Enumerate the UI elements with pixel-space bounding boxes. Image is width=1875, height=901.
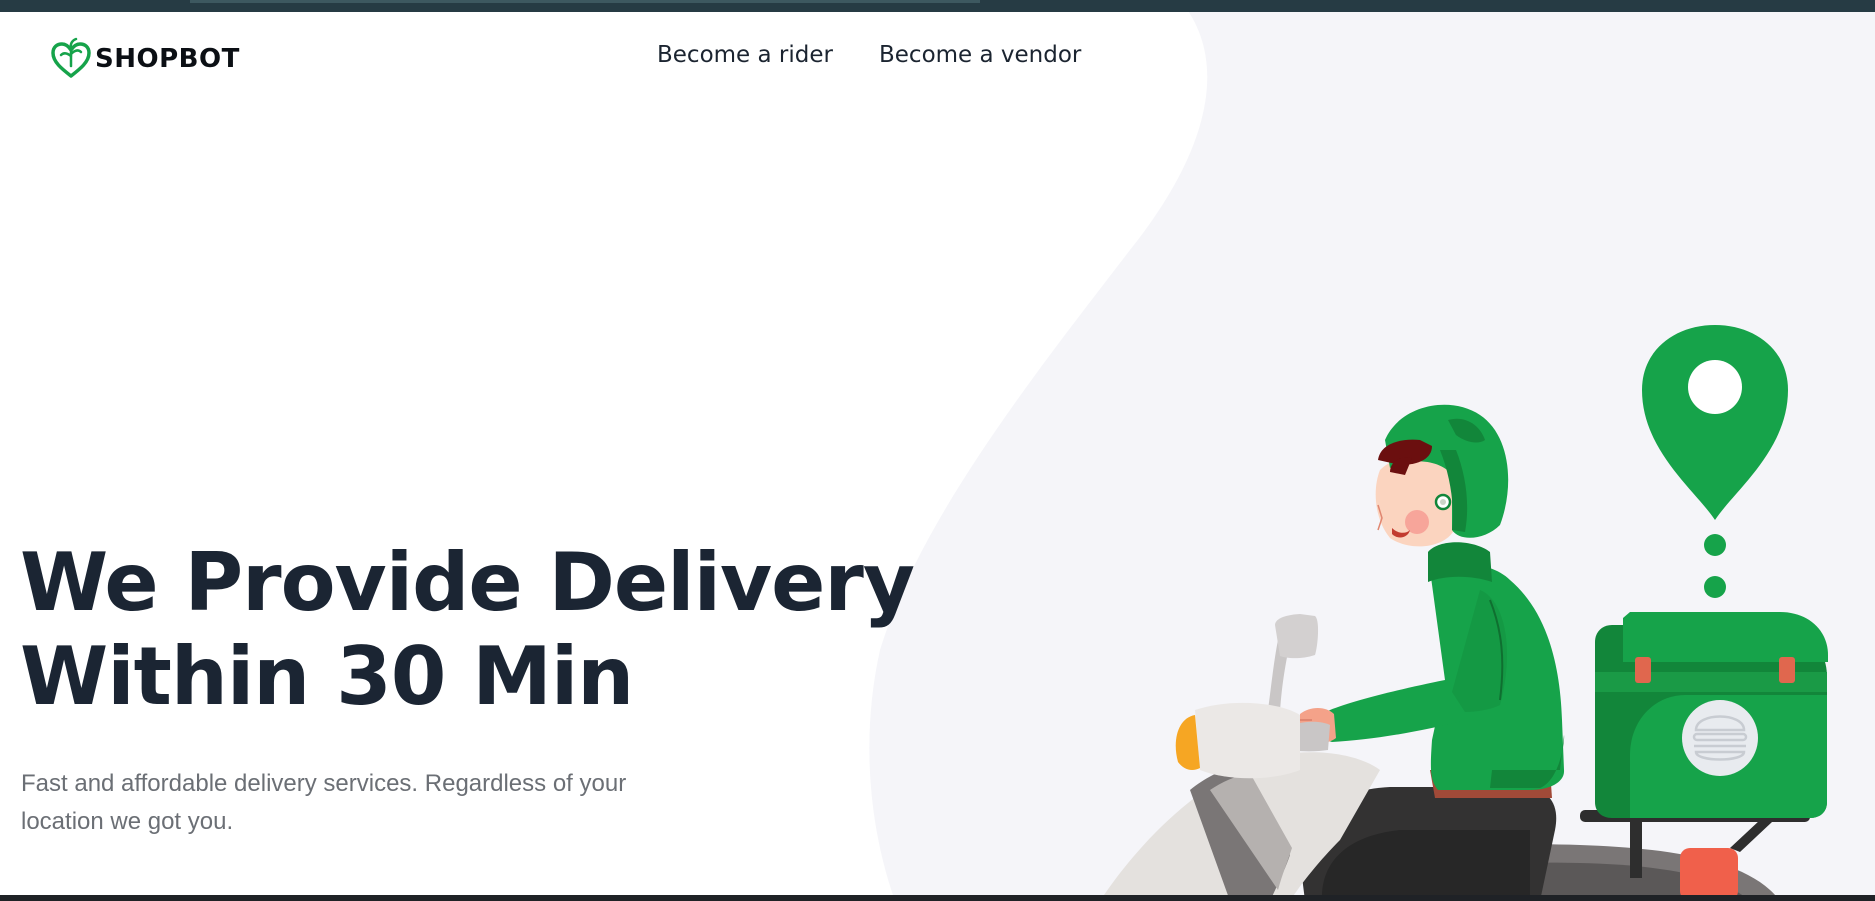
landing-page: SHOPBOT Become a rider Become a vendor W… xyxy=(0,0,1875,901)
heart-leaf-logo-icon xyxy=(51,37,91,78)
hero-subtitle: Fast and affordable delivery services. R… xyxy=(21,770,627,835)
top-navigation: SHOPBOT Become a rider Become a vendor xyxy=(0,12,1875,102)
delivery-rider-illustration xyxy=(1100,325,1828,901)
burger-icon xyxy=(1682,700,1758,776)
brand-name: SHOPBOT xyxy=(95,44,240,74)
hero-title-line-2: Within 30 Min xyxy=(20,630,634,723)
delivery-box-icon xyxy=(1595,612,1828,818)
nav-link-become-rider[interactable]: Become a rider xyxy=(657,42,833,68)
hero-title: We Provide Delivery Within 30 Min xyxy=(20,536,915,724)
location-pin-icon xyxy=(1642,325,1788,598)
brand-logo[interactable]: SHOPBOT xyxy=(48,36,240,82)
browser-top-strip xyxy=(0,0,1875,12)
nav-link-become-vendor[interactable]: Become a vendor xyxy=(879,42,1081,68)
hero-title-line-1: We Provide Delivery xyxy=(20,536,915,629)
browser-bottom-strip xyxy=(0,895,1875,901)
